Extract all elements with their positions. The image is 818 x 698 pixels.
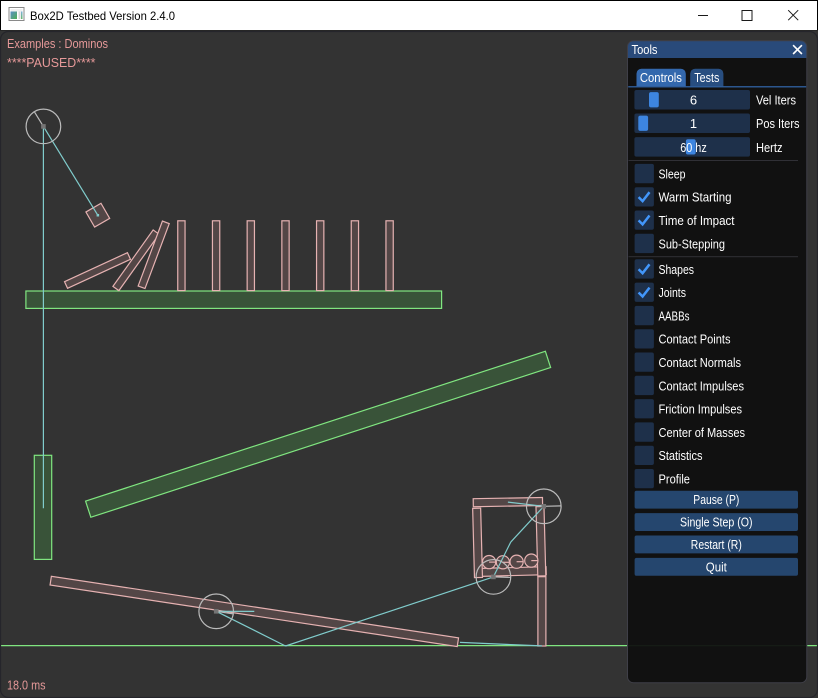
svg-text:Vel Iters: Vel Iters <box>756 93 796 108</box>
svg-text:Box2D Testbed Version 2.4.0: Box2D Testbed Version 2.4.0 <box>30 9 175 23</box>
svg-text:1: 1 <box>690 116 697 131</box>
svg-text:Profile: Profile <box>659 472 691 487</box>
svg-text:Contact Points: Contact Points <box>659 332 731 347</box>
svg-text:Statistics: Statistics <box>659 448 703 463</box>
svg-text:Sub-Stepping: Sub-Stepping <box>659 236 726 251</box>
svg-text:Quit: Quit <box>706 559 727 574</box>
svg-text:Contact Normals: Contact Normals <box>659 355 742 370</box>
svg-text:Tools: Tools <box>632 42 658 57</box>
svg-text:Warm Starting: Warm Starting <box>659 190 732 205</box>
svg-text:Joints: Joints <box>659 285 687 300</box>
svg-text:Center of Masses: Center of Masses <box>659 425 746 440</box>
svg-text:60 hz: 60 hz <box>680 140 707 155</box>
svg-text:Controls: Controls <box>640 70 682 85</box>
svg-text:Pos Iters: Pos Iters <box>756 116 800 131</box>
svg-text:6: 6 <box>690 93 697 108</box>
svg-text:Time of Impact: Time of Impact <box>659 213 735 228</box>
svg-text:Single Step (O): Single Step (O) <box>680 515 753 530</box>
svg-text:Sleep: Sleep <box>659 166 686 181</box>
svg-text:Hertz: Hertz <box>756 140 783 155</box>
svg-text:18.0 ms: 18.0 ms <box>7 678 46 693</box>
svg-text:Contact Impulses: Contact Impulses <box>659 378 745 393</box>
svg-text:Shapes: Shapes <box>659 262 695 277</box>
svg-text:Tests: Tests <box>694 70 719 85</box>
svg-text:****PAUSED****: ****PAUSED**** <box>7 55 96 70</box>
svg-text:Friction Impulses: Friction Impulses <box>659 402 743 417</box>
svg-text:Restart (R): Restart (R) <box>691 537 742 552</box>
svg-text:Pause (P): Pause (P) <box>693 492 739 507</box>
svg-text:Examples : Dominos: Examples : Dominos <box>7 36 108 51</box>
svg-text:AABBs: AABBs <box>659 308 690 323</box>
